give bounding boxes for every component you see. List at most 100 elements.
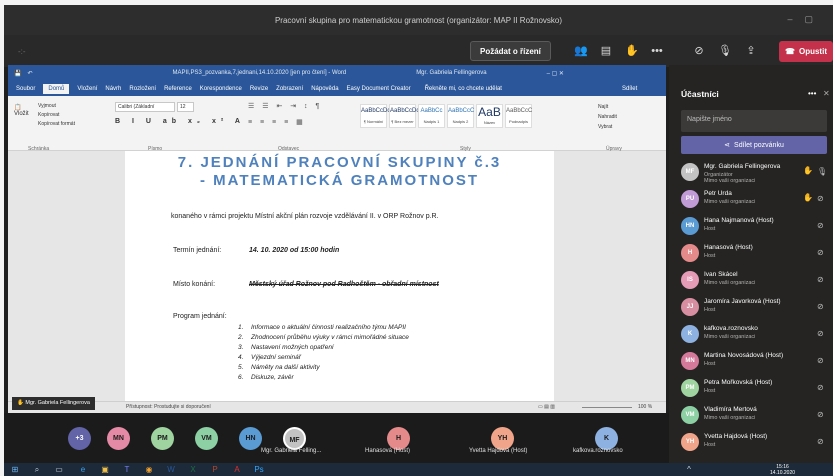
mic-off-icon[interactable]: ⊘: [817, 410, 824, 419]
photoshop-taskbar-icon[interactable]: Ps: [254, 465, 264, 474]
style-heading1[interactable]: AaBbCc Nadpis 1: [418, 104, 445, 128]
strip-avatar[interactable]: MF: [283, 427, 306, 450]
mic-off-icon[interactable]: 🎙: [716, 42, 734, 60]
mic-off-icon[interactable]: ⊘: [817, 383, 824, 392]
edge-icon[interactable]: e: [78, 465, 88, 474]
tab-napoveda[interactable]: Nápověda: [311, 86, 338, 92]
zoom-slider[interactable]: [582, 407, 632, 408]
word-window-controls[interactable]: – ▢ ✕: [547, 70, 564, 77]
pdf-taskbar-icon[interactable]: A: [232, 465, 242, 474]
tab-easy-document[interactable]: Easy Document Creator: [347, 86, 411, 92]
find-button[interactable]: Najít: [598, 102, 617, 112]
powerpoint-taskbar-icon[interactable]: P: [210, 465, 220, 474]
participant-row[interactable]: HN Hana Najmanová (Host) Host ⊘: [681, 215, 831, 241]
participant-search-input[interactable]: Napište jméno: [681, 110, 827, 132]
tab-navrh[interactable]: Návrh: [105, 86, 121, 92]
panel-more-icon[interactable]: •••: [808, 89, 816, 98]
participant-row[interactable]: VM Vladimíra Mertová Mimo vaši organizaci ⊘: [681, 404, 831, 430]
copy-button[interactable]: Kopírovat: [38, 111, 75, 120]
window-controls[interactable]: –▢: [787, 14, 825, 25]
start-icon[interactable]: ⊞: [10, 465, 20, 474]
align-buttons[interactable]: ≡ ≡ ≡ ≡ ▦: [248, 118, 306, 126]
tab-revize[interactable]: Revize: [250, 86, 268, 92]
style-normal[interactable]: AaBbCcDc ¶ Normální: [360, 104, 390, 128]
mic-icon[interactable]: 🎙: [817, 167, 827, 176]
style-no-spacing[interactable]: AaBbCcDc ¶ Bez mezer: [389, 104, 419, 128]
mic-off-icon[interactable]: ⊘: [817, 221, 824, 230]
mic-off-icon[interactable]: ⊘: [817, 194, 824, 203]
tab-soubor[interactable]: Soubor: [16, 86, 35, 92]
tab-zobrazeni[interactable]: Zobrazení: [276, 86, 303, 92]
style-heading2[interactable]: AaBbCcC Nadpis 2: [447, 104, 474, 128]
strip-avatar[interactable]: H: [387, 427, 410, 450]
participant-row[interactable]: PM Petra Mořkovská (Host) Host ⊘: [681, 377, 831, 403]
document-page[interactable]: 7. JEDNÁNÍ PRACOVNÍ SKUPINY č.3 - MATEMA…: [125, 151, 554, 413]
word-statusbar: Přístupnost: Prostudujte si doporučení ▭…: [8, 401, 666, 413]
participant-row[interactable]: JJ Jaromíra Javorková (Host) Host ⊘: [681, 296, 831, 322]
participant-row[interactable]: PU Petr Urda Mimo vaši organizaci ✋ ⊘: [681, 188, 831, 214]
participant-row[interactable]: H Hanasová (Host) Host ⊘: [681, 242, 831, 268]
strip-avatar[interactable]: PM: [151, 427, 174, 450]
request-control-button[interactable]: Požádat o řízení: [470, 41, 551, 61]
participant-role: Host: [704, 388, 716, 394]
share-link[interactable]: Sdílet: [622, 86, 637, 92]
mic-off-icon[interactable]: ⊘: [817, 329, 824, 338]
strip-avatar[interactable]: MN: [107, 427, 130, 450]
paste-button[interactable]: 📋 Vložit: [14, 104, 29, 117]
tab-rozlozeni[interactable]: Rozložení: [129, 86, 156, 92]
leave-button[interactable]: ☎ Opustit: [779, 41, 833, 62]
participant-row[interactable]: Kkafkova.roznovsko Mimo vaši organizaci ⊘: [681, 323, 831, 349]
strip-avatar[interactable]: K: [595, 427, 618, 450]
raise-hand-icon[interactable]: ✋: [623, 42, 641, 60]
chrome-icon[interactable]: ◉: [144, 465, 154, 474]
tell-me-field[interactable]: Řekněte mi, co chcete udělat: [425, 86, 502, 92]
search-icon[interactable]: ⌕: [32, 465, 42, 474]
chat-icon[interactable]: ▤: [597, 42, 615, 60]
participant-row[interactable]: YH Yvetta Hajdová (Host) Host ⊘: [681, 431, 831, 457]
mic-off-icon[interactable]: ⊘: [817, 437, 824, 446]
participants-icon[interactable]: 👥: [572, 42, 590, 60]
participant-row[interactable]: IS Ivan Skácel Mimo vaši organizaci ⊘: [681, 269, 831, 295]
mic-off-icon[interactable]: ⊘: [817, 275, 824, 284]
accessibility-status[interactable]: Přístupnost: Prostudujte si doporučení: [126, 404, 211, 410]
mic-off-icon[interactable]: ⊘: [817, 248, 824, 257]
system-tray-icons[interactable]: ^ ☁ ♪: [684, 465, 694, 476]
mic-off-icon[interactable]: ⊘: [817, 302, 824, 311]
save-icon[interactable]: 💾: [14, 70, 21, 77]
participant-name: Jaromíra Javorková (Host): [704, 298, 781, 305]
tab-korespondence[interactable]: Korespondence: [200, 86, 242, 92]
share-screen-icon[interactable]: ⇪: [742, 42, 760, 60]
participant-row[interactable]: MN Martina Novosádová (Host) Host ⊘: [681, 350, 831, 376]
font-size-select[interactable]: 12: [177, 102, 194, 112]
mic-off-icon[interactable]: ⊘: [817, 356, 824, 365]
replace-button[interactable]: Nahradit: [598, 112, 617, 122]
explorer-icon[interactable]: ▣: [100, 465, 110, 474]
excel-taskbar-icon[interactable]: X: [188, 465, 198, 474]
word-taskbar-icon[interactable]: W: [166, 465, 176, 474]
strip-avatar[interactable]: HN: [239, 427, 262, 450]
tab-reference[interactable]: Reference: [164, 86, 192, 92]
paragraph-buttons[interactable]: ☰ ☰ ⇤ ⇥ ↕ ¶: [248, 102, 322, 110]
taskbar-clock[interactable]: 15:16 14.10.2020: [770, 464, 795, 476]
teams-taskbar-icon[interactable]: T: [122, 465, 132, 474]
undo-icon[interactable]: ↶: [27, 70, 32, 77]
font-format-buttons[interactable]: B I U ab x₂ x² A: [115, 118, 245, 125]
tab-vlozeni[interactable]: Vložení: [77, 86, 97, 92]
tab-domu[interactable]: Domů: [43, 83, 70, 94]
style-title[interactable]: AaB Název: [476, 104, 503, 128]
view-buttons[interactable]: ▭ ▤ ▥: [538, 404, 555, 410]
select-button[interactable]: Vybrat: [598, 122, 617, 132]
strip-avatar[interactable]: YH: [491, 427, 514, 450]
camera-off-icon[interactable]: ⊘: [690, 42, 708, 60]
font-name-select[interactable]: Calibri (Základní: [115, 102, 175, 112]
close-icon[interactable]: ✕: [823, 89, 830, 98]
strip-avatar[interactable]: VM: [195, 427, 218, 450]
participant-row[interactable]: MF Mgr. Gabriela Fellingerova Organizátor M…: [681, 161, 831, 187]
cut-button[interactable]: Vyjmout: [38, 102, 75, 111]
more-options-icon[interactable]: •••: [648, 42, 666, 60]
style-subtitle[interactable]: AaBbCcC Podnadpis: [505, 104, 532, 128]
share-invite-button[interactable]: ⋖ Sdílet pozvánku: [681, 136, 827, 154]
task-view-icon[interactable]: ▭: [54, 465, 64, 474]
more-participants-badge[interactable]: +3: [68, 427, 91, 450]
format-painter-button[interactable]: Kopírovat formát: [38, 120, 75, 129]
